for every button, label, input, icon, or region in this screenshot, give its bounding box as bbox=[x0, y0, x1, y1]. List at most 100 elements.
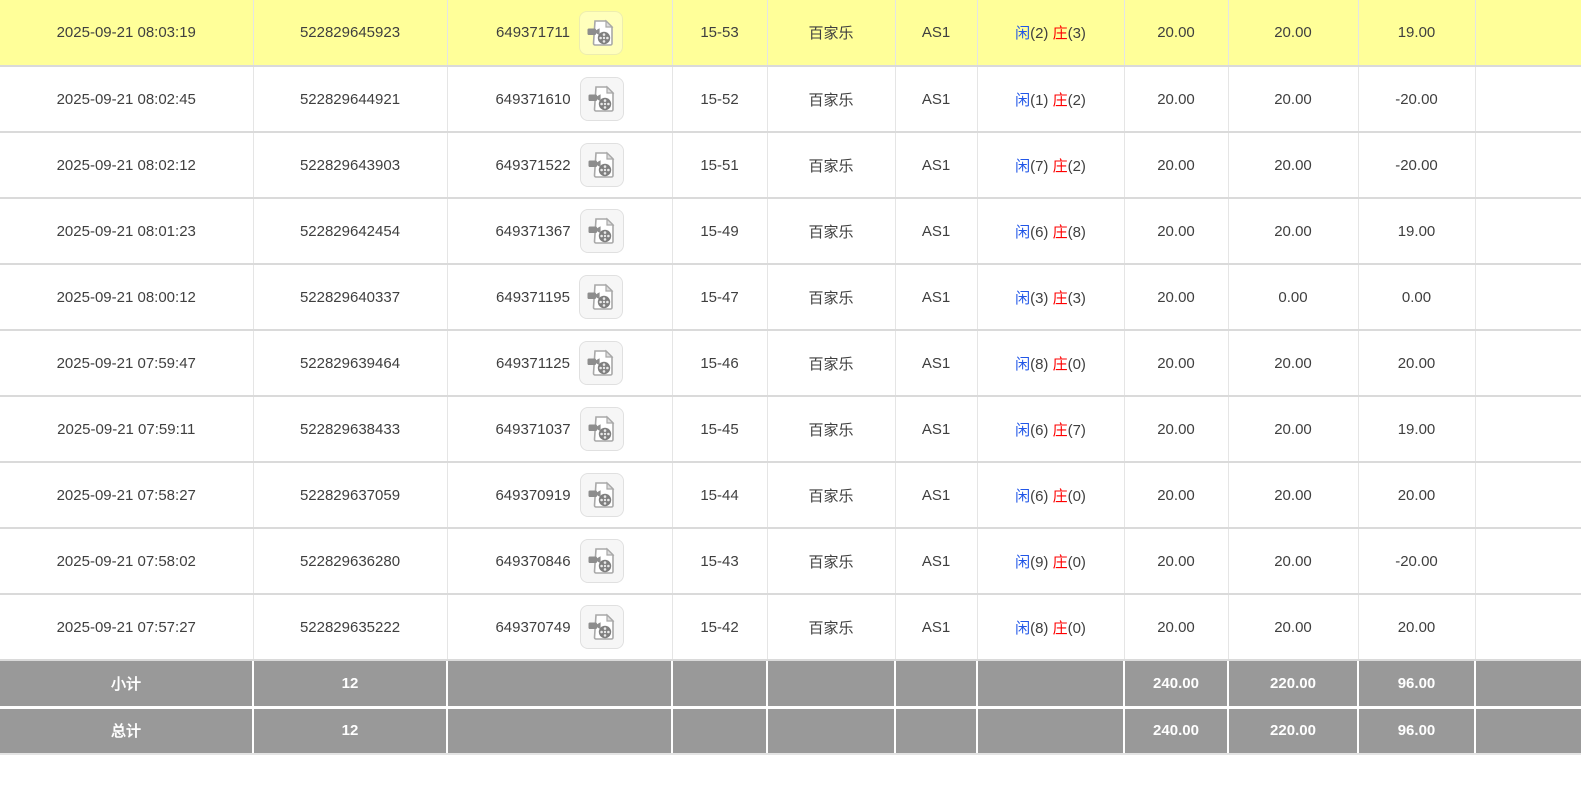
banker-label: 庄 bbox=[1053, 356, 1068, 373]
cell-bet-amount-link[interactable]: 20.00 bbox=[1124, 264, 1228, 330]
banker-label: 庄 bbox=[1053, 224, 1068, 241]
video-replay-button[interactable] bbox=[580, 473, 624, 517]
cell-summary-empty bbox=[767, 660, 895, 707]
player-label: 闲 bbox=[1015, 92, 1030, 109]
cell-extra bbox=[1475, 264, 1581, 330]
cell-valid-amount: 0.00 bbox=[1228, 264, 1358, 330]
cell-bet-time: 2025-09-21 08:03:19 bbox=[0, 0, 253, 66]
cell-result: 闲(2) 庄(3) bbox=[977, 0, 1124, 66]
cell-win-loss: 20.00 bbox=[1358, 594, 1475, 660]
cell-bet-amount-link[interactable]: 20.00 bbox=[1124, 132, 1228, 198]
banker-points: (0) bbox=[1068, 356, 1086, 373]
player-label: 闲 bbox=[1015, 554, 1030, 571]
cell-result: 闲(3) 庄(3) bbox=[977, 264, 1124, 330]
cell-extra bbox=[1475, 330, 1581, 396]
video-file-icon bbox=[587, 612, 617, 642]
player-label: 闲 bbox=[1015, 158, 1030, 175]
game-id-group: 649370846 bbox=[448, 539, 672, 583]
cell-extra bbox=[1475, 594, 1581, 660]
cell-summary-empty bbox=[895, 707, 977, 754]
cell-bet-time: 2025-09-21 07:59:47 bbox=[0, 330, 253, 396]
video-replay-button[interactable] bbox=[580, 407, 624, 451]
game-id-text: 649371711 bbox=[496, 24, 570, 41]
game-id-text: 649371522 bbox=[495, 157, 570, 174]
video-file-icon bbox=[587, 84, 617, 114]
cell-bet-amount-link[interactable]: 20.00 bbox=[1124, 66, 1228, 132]
cell-result: 闲(9) 庄(0) bbox=[977, 528, 1124, 594]
table-row[interactable]: 2025-09-21 07:58:27522829637059649370919… bbox=[0, 462, 1581, 528]
cell-win-loss: 20.00 bbox=[1358, 330, 1475, 396]
cell-result: 闲(8) 庄(0) bbox=[977, 594, 1124, 660]
cell-win-loss: 19.00 bbox=[1358, 396, 1475, 462]
banker-points: (2) bbox=[1068, 158, 1086, 175]
cell-bet-time: 2025-09-21 08:02:12 bbox=[0, 132, 253, 198]
cell-summary-empty bbox=[977, 660, 1124, 707]
cell-game-id: 649370846 bbox=[447, 528, 672, 594]
banker-label: 庄 bbox=[1053, 290, 1068, 307]
cell-game-name: 百家乐 bbox=[767, 330, 895, 396]
table-row[interactable]: 2025-09-21 07:58:02522829636280649370846… bbox=[0, 528, 1581, 594]
cell-game-id: 649371367 bbox=[447, 198, 672, 264]
cell-round: 15-51 bbox=[672, 132, 767, 198]
table-row[interactable]: 2025-09-21 08:02:12522829643903649371522… bbox=[0, 132, 1581, 198]
video-replay-button[interactable] bbox=[579, 275, 623, 319]
cell-summary-win-loss: 96.00 bbox=[1358, 660, 1475, 707]
game-id-group: 649370749 bbox=[448, 605, 672, 649]
video-replay-button[interactable] bbox=[580, 77, 624, 121]
game-id-text: 649371367 bbox=[495, 223, 570, 240]
game-id-group: 649370919 bbox=[448, 473, 672, 517]
video-replay-button[interactable] bbox=[580, 143, 624, 187]
table-row[interactable]: 2025-09-21 08:01:23522829642454649371367… bbox=[0, 198, 1581, 264]
video-replay-button[interactable] bbox=[580, 605, 624, 649]
cell-result: 闲(6) 庄(8) bbox=[977, 198, 1124, 264]
cell-game-name: 百家乐 bbox=[767, 264, 895, 330]
cell-bet-amount-link[interactable]: 20.00 bbox=[1124, 396, 1228, 462]
video-replay-button[interactable] bbox=[580, 539, 624, 583]
cell-round: 15-42 bbox=[672, 594, 767, 660]
cell-valid-amount: 20.00 bbox=[1228, 0, 1358, 66]
cell-bet-amount-link[interactable]: 20.00 bbox=[1124, 198, 1228, 264]
table-row[interactable]: 2025-09-21 08:02:45522829644921649371610… bbox=[0, 66, 1581, 132]
subtotal-row: 小计12240.00220.0096.00 bbox=[0, 660, 1581, 707]
cell-win-loss: 19.00 bbox=[1358, 198, 1475, 264]
cell-bet-amount-link[interactable]: 20.00 bbox=[1124, 594, 1228, 660]
cell-round: 15-46 bbox=[672, 330, 767, 396]
player-points: (6) bbox=[1030, 224, 1053, 241]
game-id-group: 649371610 bbox=[448, 77, 672, 121]
cell-order-id: 522829644921 bbox=[253, 66, 447, 132]
total-row: 总计12240.00220.0096.00 bbox=[0, 707, 1581, 754]
table-row[interactable]: 2025-09-21 07:57:27522829635222649370749… bbox=[0, 594, 1581, 660]
cell-bet-amount-link[interactable]: 20.00 bbox=[1124, 462, 1228, 528]
banker-points: (0) bbox=[1068, 488, 1086, 505]
banker-label: 庄 bbox=[1053, 554, 1068, 571]
cell-round: 15-43 bbox=[672, 528, 767, 594]
cell-bet-amount-link[interactable]: 20.00 bbox=[1124, 528, 1228, 594]
game-id-text: 649371037 bbox=[495, 421, 570, 438]
cell-summary-win-loss: 96.00 bbox=[1358, 707, 1475, 754]
banker-points: (2) bbox=[1068, 92, 1086, 109]
game-id-group: 649371522 bbox=[448, 143, 672, 187]
video-file-icon bbox=[586, 348, 616, 378]
video-replay-button[interactable] bbox=[579, 11, 623, 55]
game-id-group: 649371367 bbox=[448, 209, 672, 253]
cell-table-name: AS1 bbox=[895, 528, 977, 594]
table-row[interactable]: 2025-09-21 08:03:19522829645923649371711… bbox=[0, 0, 1581, 66]
cell-win-loss: 20.00 bbox=[1358, 462, 1475, 528]
cell-bet-amount-link[interactable]: 20.00 bbox=[1124, 330, 1228, 396]
table-row[interactable]: 2025-09-21 07:59:11522829638433649371037… bbox=[0, 396, 1581, 462]
video-file-icon bbox=[587, 546, 617, 576]
cell-game-name: 百家乐 bbox=[767, 66, 895, 132]
player-points: (6) bbox=[1030, 488, 1053, 505]
cell-bet-amount-link[interactable]: 20.00 bbox=[1124, 0, 1228, 66]
cell-table-name: AS1 bbox=[895, 330, 977, 396]
player-label: 闲 bbox=[1015, 488, 1030, 505]
cell-order-id: 522829640337 bbox=[253, 264, 447, 330]
video-file-icon bbox=[587, 480, 617, 510]
cell-order-id: 522829636280 bbox=[253, 528, 447, 594]
banker-label: 庄 bbox=[1053, 620, 1068, 637]
banker-label: 庄 bbox=[1053, 25, 1068, 42]
table-row[interactable]: 2025-09-21 07:59:47522829639464649371125… bbox=[0, 330, 1581, 396]
video-replay-button[interactable] bbox=[579, 341, 623, 385]
table-row[interactable]: 2025-09-21 08:00:12522829640337649371195… bbox=[0, 264, 1581, 330]
video-replay-button[interactable] bbox=[580, 209, 624, 253]
